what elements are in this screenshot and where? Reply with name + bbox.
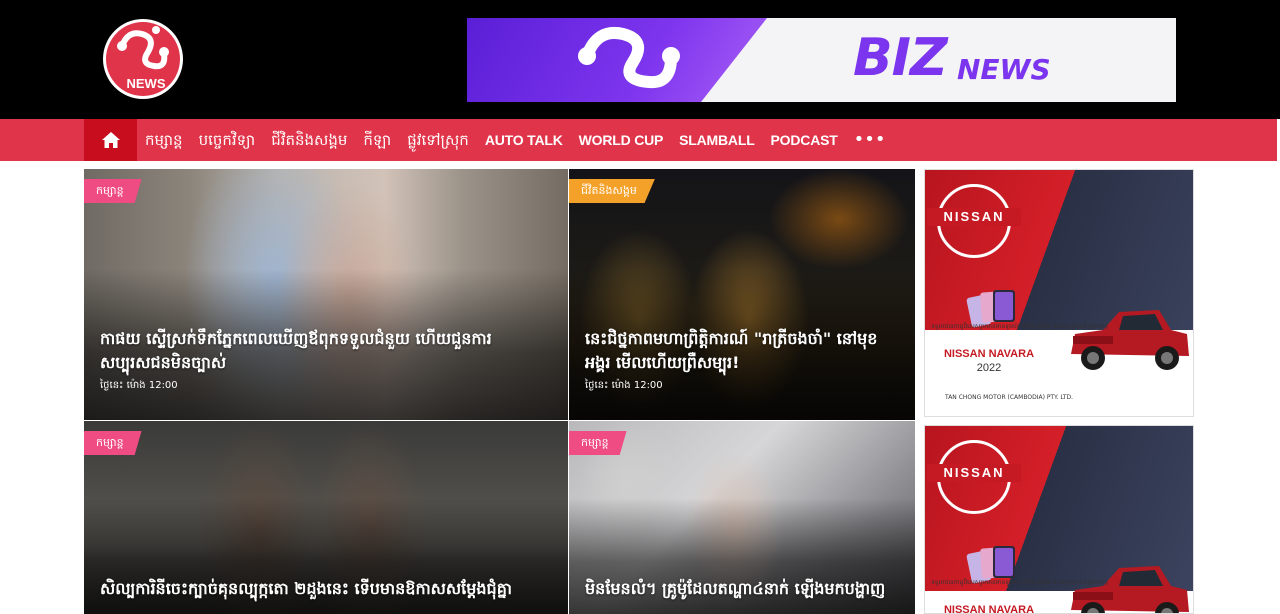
site-logo[interactable]: NEWS	[100, 16, 186, 102]
article-card[interactable]: កម្សាន្ត មិនមែនលំ។ គ្រូម៉ូដែលតណ្ហា៤នាក់ …	[569, 421, 915, 614]
article-card[interactable]: កម្សាន្ត សិល្បការិនីចេះក្បាច់គុនល្បុក្កត…	[84, 421, 568, 614]
article-title[interactable]: នេះជិថ្នកាពមហាព្រិត្តិការណ៍ "រាត្រីចងចាំ…	[585, 327, 899, 375]
ad-dealer: TAN CHONG MOTOR (CAMBODIA) PTY. LTD.	[945, 394, 1074, 401]
ad-year: 2022	[976, 362, 1002, 374]
logo-text: NEWS	[127, 76, 166, 91]
nav-item-world-cup[interactable]: WORLD CUP	[571, 119, 672, 161]
category-tag[interactable]: កម្សាន្ត	[569, 431, 627, 455]
article-title[interactable]: សិល្បការិនីចេះក្បាច់គុនល្បុក្កតោ ២ដួងនេះ…	[100, 577, 552, 601]
article-title[interactable]: មិនមែនលំ។ គ្រូម៉ូដែលតណ្ហា៤នាក់ ឡើងមកបង្ហ…	[585, 577, 899, 601]
nav-more-icon[interactable]: •••	[846, 119, 894, 161]
ad-brand: NISSAN	[927, 464, 1021, 482]
home-icon	[101, 132, 120, 148]
nav-home-button[interactable]	[84, 119, 137, 161]
ad-promo-text: ទទួលបានកាដូពិសេសរួមមានមានទូរស័ព្ទ IPAD M…	[931, 579, 1109, 586]
article-meta: ថ្ងៃនេះ ម៉ោង 12:00	[100, 380, 178, 391]
main-nav: កម្សាន្ត បច្ចេកវិទ្យា ជីវិតនិងសង្គម កីឡា…	[0, 119, 1277, 161]
biz-news-banner[interactable]: BIZ NEWS	[467, 18, 1176, 102]
nav-item-podcast[interactable]: PODCAST	[763, 119, 846, 161]
nissan-ad[interactable]: NISSAN ទទួលបានកាដូពិសេសរួមមានមានទូរស័ព្ទ…	[924, 169, 1194, 417]
category-tag[interactable]: ជីវិតនិងសង្គម	[569, 179, 655, 203]
banner-logo-mark-icon	[578, 27, 680, 89]
nav-item-entertainment[interactable]: កម្សាន្ត	[137, 119, 191, 161]
article-title[interactable]: កាផយ ស្ទើស្រក់ទឹកភ្នែកពេលឃើញឪពុកទទួលជំនួ…	[100, 327, 552, 375]
ad-promo-text: ទទួលបានកាដូពិសេសរួមមានមានទូរស័ព្ទ IPAD M…	[931, 323, 1109, 330]
banner-news-text: NEWS	[957, 53, 1051, 86]
nav-item-auto-talk[interactable]: AUTO TALK	[477, 119, 571, 161]
article-card[interactable]: កម្សាន្ត កាផយ ស្ទើស្រក់ទឹកភ្នែកពេលឃើញឪពុ…	[84, 169, 568, 420]
nissan-ad[interactable]: NISSAN ទទួលបានកាដូពិសេសរួមមានមានទូរស័ព្ទ…	[924, 425, 1194, 614]
nav-item-slamball[interactable]: SLAMBALL	[671, 119, 762, 161]
ad-model: NISSAN NAVARA	[943, 348, 1035, 360]
nav-item-life-society[interactable]: ជីវិតនិងសង្គម	[263, 119, 355, 161]
ad-model: NISSAN NAVARA	[943, 604, 1035, 614]
nav-item-technology[interactable]: បច្ចេកវិទ្យា	[191, 119, 264, 161]
nav-item-road-home[interactable]: ផ្លូវទៅស្រុក	[399, 119, 477, 161]
nav-items: កម្សាន្ត បច្ចេកវិទ្យា ជីវិតនិងសង្គម កីឡា…	[137, 119, 893, 161]
banner-biz-text: BIZ	[853, 28, 948, 88]
site-header: NEWS BIZ NEWS	[0, 0, 1280, 119]
truck-icon	[1071, 310, 1189, 370]
nav-item-sport[interactable]: កីឡា	[355, 119, 399, 161]
article-card[interactable]: ជីវិតនិងសង្គម នេះជិថ្នកាពមហាព្រិត្តិការណ…	[569, 169, 915, 420]
ad-brand: NISSAN	[927, 208, 1021, 226]
category-tag[interactable]: កម្សាន្ត	[84, 431, 142, 455]
category-tag[interactable]: កម្សាន្ត	[84, 179, 142, 203]
article-meta: ថ្ងៃនេះ ម៉ោង 12:00	[585, 380, 663, 391]
